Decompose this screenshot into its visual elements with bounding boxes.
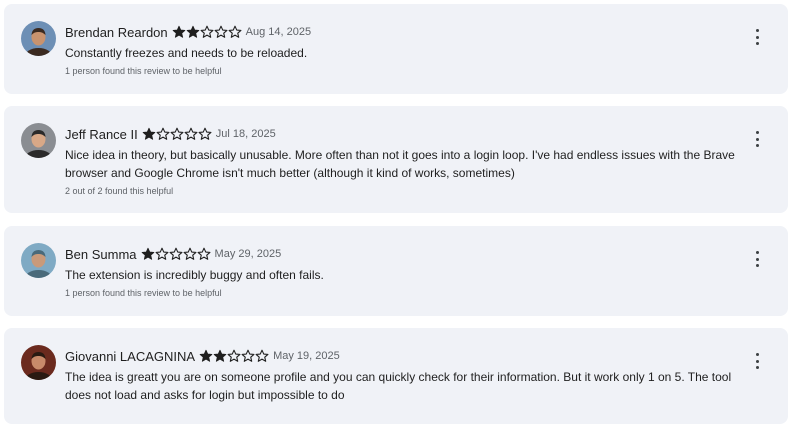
star-filled-icon xyxy=(199,349,213,363)
star-outline-icon xyxy=(156,127,170,141)
review-text: Nice idea in theory, but basically unusa… xyxy=(65,148,735,180)
more-vert-icon[interactable] xyxy=(750,353,764,369)
star-outline-icon xyxy=(255,349,269,363)
review-card: Ben Summa May 29, 2025 The extension is … xyxy=(4,226,788,316)
review-header: Giovanni LACAGNINA May 19, 2025 xyxy=(65,345,340,367)
author-name: Brendan Reardon xyxy=(65,24,168,40)
star-rating xyxy=(141,247,211,261)
review-card: Jeff Rance II Jul 18, 2025 Nice idea in … xyxy=(4,106,788,213)
star-outline-icon xyxy=(198,127,212,141)
review-text: Constantly freezes and needs to be reloa… xyxy=(65,46,308,60)
review-date: May 29, 2025 xyxy=(214,248,282,260)
star-filled-icon xyxy=(213,349,227,363)
review-header: Ben Summa May 29, 2025 xyxy=(65,243,281,265)
review-date: Aug 14, 2025 xyxy=(245,26,312,38)
star-filled-icon xyxy=(142,127,156,141)
avatar xyxy=(21,345,56,380)
star-outline-icon xyxy=(155,247,169,261)
more-vert-icon[interactable] xyxy=(750,251,764,267)
author-name: Jeff Rance II xyxy=(65,126,138,142)
review-header: Jeff Rance II Jul 18, 2025 xyxy=(65,123,276,145)
more-vert-icon[interactable] xyxy=(750,29,764,45)
star-filled-icon xyxy=(141,247,155,261)
star-outline-icon xyxy=(184,127,198,141)
star-rating xyxy=(199,349,269,363)
review-card: Brendan Reardon Aug 14, 2025 Constantly … xyxy=(4,4,788,94)
avatar xyxy=(21,21,56,56)
star-filled-icon xyxy=(186,25,200,39)
review-date: Jul 18, 2025 xyxy=(215,128,276,140)
avatar xyxy=(21,243,56,278)
star-outline-icon xyxy=(200,25,214,39)
review-date: May 19, 2025 xyxy=(273,350,340,362)
star-outline-icon xyxy=(170,127,184,141)
helpful-count: 1 person found this review to be helpful xyxy=(65,66,222,76)
star-outline-icon xyxy=(228,25,242,39)
review-header: Brendan Reardon Aug 14, 2025 xyxy=(65,21,311,43)
helpful-count: 1 person found this review to be helpful xyxy=(65,288,222,298)
review-text: The extension is incredibly buggy and of… xyxy=(65,268,324,282)
helpful-count: 2 out of 2 found this helpful xyxy=(65,186,174,196)
author-name: Ben Summa xyxy=(65,246,137,262)
star-outline-icon xyxy=(227,349,241,363)
star-filled-icon xyxy=(172,25,186,39)
star-outline-icon xyxy=(214,25,228,39)
star-rating xyxy=(172,25,242,39)
star-outline-icon xyxy=(197,247,211,261)
more-vert-icon[interactable] xyxy=(750,131,764,147)
star-rating xyxy=(142,127,212,141)
author-name: Giovanni LACAGNINA xyxy=(65,348,196,364)
review-card: Giovanni LACAGNINA May 19, 2025 The idea… xyxy=(4,328,788,424)
review-text: The idea is greatt you are on someone pr… xyxy=(65,370,732,402)
star-outline-icon xyxy=(241,349,255,363)
star-outline-icon xyxy=(183,247,197,261)
avatar xyxy=(21,123,56,158)
star-outline-icon xyxy=(169,247,183,261)
